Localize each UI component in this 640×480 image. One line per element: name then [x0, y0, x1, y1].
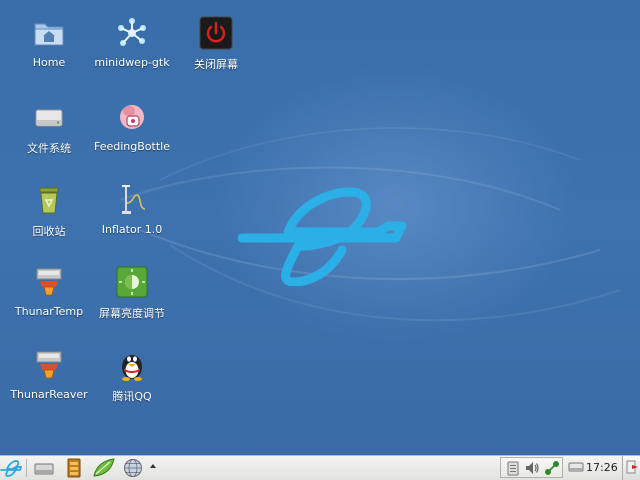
desktop-icon-inflator[interactable]: Inflator 1.0 — [87, 183, 177, 236]
removable-drive-icon[interactable] — [568, 460, 584, 474]
start-menu-icon[interactable] — [0, 458, 22, 478]
show-desktop-icon[interactable] — [33, 458, 55, 478]
taskbar-divider — [26, 459, 27, 477]
desktop-icon-label: FeedingBottle — [94, 140, 170, 153]
desktop-icon-label: 文件系统 — [27, 142, 71, 155]
tray-drive-box — [566, 457, 586, 478]
trash-icon — [39, 187, 59, 214]
inflator-icon — [122, 185, 146, 214]
clock[interactable]: 17:26 — [586, 461, 618, 474]
system-tray — [500, 457, 563, 478]
desktop-icon-label: 回收站 — [32, 225, 66, 238]
desktop-icon-feedingbottle[interactable]: FeedingBottle — [87, 100, 177, 153]
desktop-icon-trash[interactable]: 回收站 — [4, 183, 94, 239]
qq-penguin-icon — [122, 355, 142, 381]
volume-icon[interactable] — [524, 460, 540, 476]
logout-icon — [626, 460, 638, 474]
desktop-icon-brightness[interactable]: 屏幕亮度调节 — [87, 265, 177, 321]
brightness-icon — [116, 266, 148, 298]
desktop-icon-minidwep[interactable]: minidwep-gtk — [87, 16, 177, 69]
desktop-icon-label: ThunarTemp — [14, 305, 84, 318]
desktop-icon-label: Inflator 1.0 — [101, 223, 163, 236]
home-folder-icon — [34, 23, 64, 46]
web-browser-icon[interactable] — [122, 458, 144, 478]
feeding-bottle-icon — [120, 105, 144, 129]
desktop-icon-label: 腾讯QQ — [112, 390, 152, 403]
minidwep-icon — [118, 18, 146, 46]
power-off-icon — [199, 16, 233, 50]
desktop-icon-thunartemp[interactable]: ThunarTemp — [4, 265, 94, 318]
desktop-logo — [238, 187, 406, 286]
desktop-icon-label: Home — [32, 56, 66, 69]
desktop-icon-label: 屏幕亮度调节 — [99, 307, 165, 320]
network-icon[interactable] — [544, 460, 560, 476]
drive-icon — [35, 109, 63, 127]
thunar-temp-icon — [36, 268, 62, 296]
taskbar: 17:26 — [0, 455, 640, 480]
text-editor-icon[interactable] — [92, 458, 116, 478]
show-desktop-corner[interactable] — [622, 456, 640, 480]
desktop-icon-label: minidwep-gtk — [94, 56, 170, 69]
desktop-icon-home[interactable]: Home — [4, 16, 94, 69]
thunar-reaver-icon — [36, 351, 62, 379]
file-manager-icon[interactable] — [63, 458, 85, 478]
desktop-icon-screen-off[interactable]: 关闭屏幕 — [171, 16, 261, 72]
desktop-icon-qq[interactable]: 腾讯QQ — [87, 348, 177, 404]
desktop-icon-filesystem[interactable]: 文件系统 — [4, 100, 94, 156]
launcher-expand-icon[interactable] — [148, 458, 158, 478]
desktop-icon-label: 关闭屏幕 — [194, 58, 238, 71]
clipboard-icon[interactable] — [505, 460, 521, 476]
desktop: Home 文件系统 回收站 ThunarTemp ThunarReaver mi… — [0, 0, 640, 455]
desktop-icon-label: ThunarReaver — [10, 388, 88, 401]
desktop-icon-thunarreaver[interactable]: ThunarReaver — [4, 348, 94, 401]
